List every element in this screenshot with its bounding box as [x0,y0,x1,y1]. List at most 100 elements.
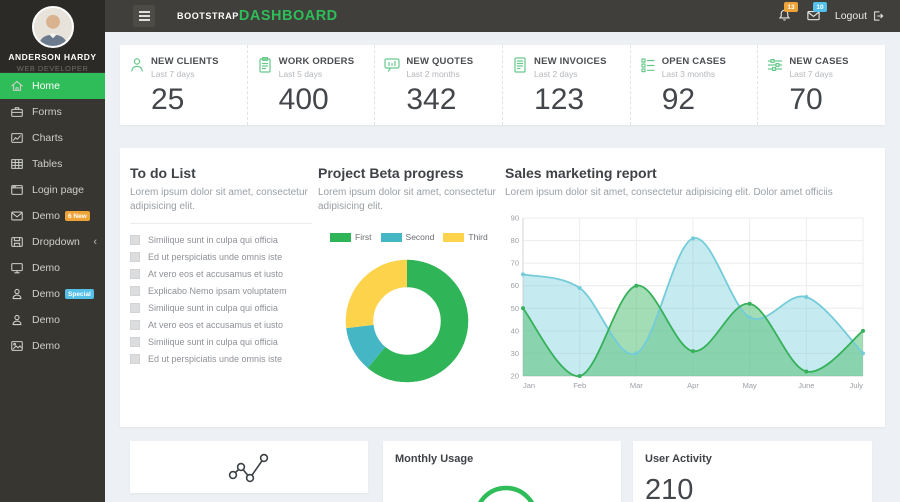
divider [130,223,312,224]
profile-block: ANDERSON HARDY WEB DEVELOPER [0,0,105,72]
quote-bubble-icon [383,56,401,74]
todo-checkbox[interactable] [130,320,140,330]
todo-item: Ed ut perspiciatis unde omnis iste [130,248,312,265]
sidebar-item-label: Dropdown [32,236,80,248]
bell-icon[interactable]: 13 [777,8,793,24]
bell-badge: 13 [784,2,798,12]
sliders-icon [766,56,784,74]
svg-text:60: 60 [511,281,519,290]
stat-card-new-clients: NEW CLIENTS Last 7 days 25 [120,45,247,125]
table-icon [10,157,24,171]
svg-text:90: 90 [511,214,519,223]
sidebar-item-demo[interactable]: DemoSpecial [0,281,105,307]
stat-card-new-invoices: NEW INVOICES Last 2 days 123 [502,45,630,125]
svg-text:Jan: Jan [523,381,535,390]
donut-legend: First Second Third [330,232,496,242]
todo-checkbox[interactable] [130,252,140,262]
stat-period: Last 7 days [151,69,219,79]
todo-checkbox[interactable] [130,337,140,347]
legend-item[interactable]: Third [443,232,487,242]
sidebar-item-label: Forms [32,106,62,118]
todo-subtitle: Lorem ipsum dolor sit amet, consectetur … [130,186,312,214]
sidebar-item-charts[interactable]: Charts [0,125,105,151]
stat-period: Last 5 days [279,69,355,79]
stat-period: Last 3 months [662,69,726,79]
stat-value: 25 [151,83,243,117]
brand-bold: BOOTSTRAP [177,11,239,21]
sidebar-item-home[interactable]: Home [0,73,105,99]
menu-toggle-icon[interactable] [133,5,155,27]
sidebar-item-label: Demo [32,210,60,222]
stat-card-open-cases: OPEN CASES Last 3 months 92 [630,45,758,125]
sidebar-item-dropdown[interactable]: Dropdown ‹ [0,229,105,255]
envelope-icon [10,209,24,223]
person-outline-icon [128,56,146,74]
sidebar-badge: 6 New [65,211,90,221]
sidebar-item-tables[interactable]: Tables [0,151,105,177]
invoice-icon [511,56,529,74]
sidebar-item-demo[interactable]: Demo [0,307,105,333]
chevron-left-icon: ‹ [93,236,97,248]
top-navbar: BOOTSTRAP DASHBOARD 13 10 Logout [105,0,900,32]
browser-icon [10,183,24,197]
sidebar-item-demo[interactable]: Demo [0,255,105,281]
svg-text:July: July [850,381,864,390]
todo-checkbox[interactable] [130,303,140,313]
todo-item: Similique sunt in culpa qui officia [130,299,312,316]
todo-item-label: Ed ut perspiciatis unde omnis iste [148,252,282,262]
stat-period: Last 2 months [406,69,473,79]
svg-text:Apr: Apr [687,381,699,390]
legend-swatch [330,233,351,242]
legend-label: Second [406,232,435,242]
briefcase-icon [10,105,24,119]
stat-title: NEW CLIENTS [151,56,219,67]
todo-checkbox[interactable] [130,269,140,279]
window-icon [10,235,24,249]
todo-item: At vero eos et accusamus et iusto [130,316,312,333]
sidebar-item-label: Login page [32,184,84,196]
sidebar-item-label: Demo [32,314,60,326]
todo-title: To do List [130,165,312,181]
sidebar-item-label: Tables [32,158,62,170]
area-chart: 2030405060708090JanFebMarAprMayJuneJuly [505,212,870,402]
todo-checkbox[interactable] [130,286,140,296]
stat-value: 70 [789,83,881,117]
todo-checkbox[interactable] [130,235,140,245]
stat-card-new-cases: NEW CASES Last 7 days 70 [757,45,885,125]
sidebar-item-forms[interactable]: Forms [0,99,105,125]
svg-text:80: 80 [511,236,519,245]
sidebar-item-login-page[interactable]: Login page [0,177,105,203]
legend-label: Third [468,232,487,242]
profile-name: ANDERSON HARDY [0,52,105,62]
stat-card-new-quotes: NEW QUOTES Last 2 months 342 [374,45,502,125]
stat-title: NEW INVOICES [534,56,607,67]
sidebar-item-label: Charts [32,132,63,144]
brand-logo[interactable]: BOOTSTRAP DASHBOARD [177,8,338,24]
brand-accent: DASHBOARD [239,8,338,24]
messages-icon[interactable]: 10 [806,8,822,24]
svg-text:Mar: Mar [630,381,643,390]
usage-gauge [468,485,544,502]
avatar [32,6,74,48]
stat-title: NEW CASES [789,56,848,67]
legend-item[interactable]: Second [381,232,435,242]
logout-button[interactable]: Logout [835,10,884,22]
legend-item[interactable]: First [330,232,372,242]
stat-value: 400 [279,83,371,117]
person-icon [10,313,24,327]
stats-panel: NEW CLIENTS Last 7 days 25 WORK ORDERS L… [120,45,885,125]
svg-text:20: 20 [511,372,519,381]
main-panel: To do List Lorem ipsum dolor sit amet, c… [120,148,885,427]
todo-item: Similique sunt in culpa qui officia [130,231,312,248]
svg-text:May: May [743,381,757,390]
sidebar-item-demo[interactable]: Demo [0,333,105,359]
todo-checkbox[interactable] [130,354,140,364]
todo-section: To do List Lorem ipsum dolor sit amet, c… [130,165,312,367]
user-activity-value: 210 [645,474,860,502]
dashboard-app: ANDERSON HARDY WEB DEVELOPER Home Forms Ch… [0,0,900,502]
stat-value: 92 [662,83,754,117]
todo-item-label: Similique sunt in culpa qui officia [148,337,278,347]
avatar-photo [34,8,72,46]
sidebar-item-demo[interactable]: Demo 6 New [0,203,105,229]
navbar-right: 13 10 Logout [777,8,884,24]
